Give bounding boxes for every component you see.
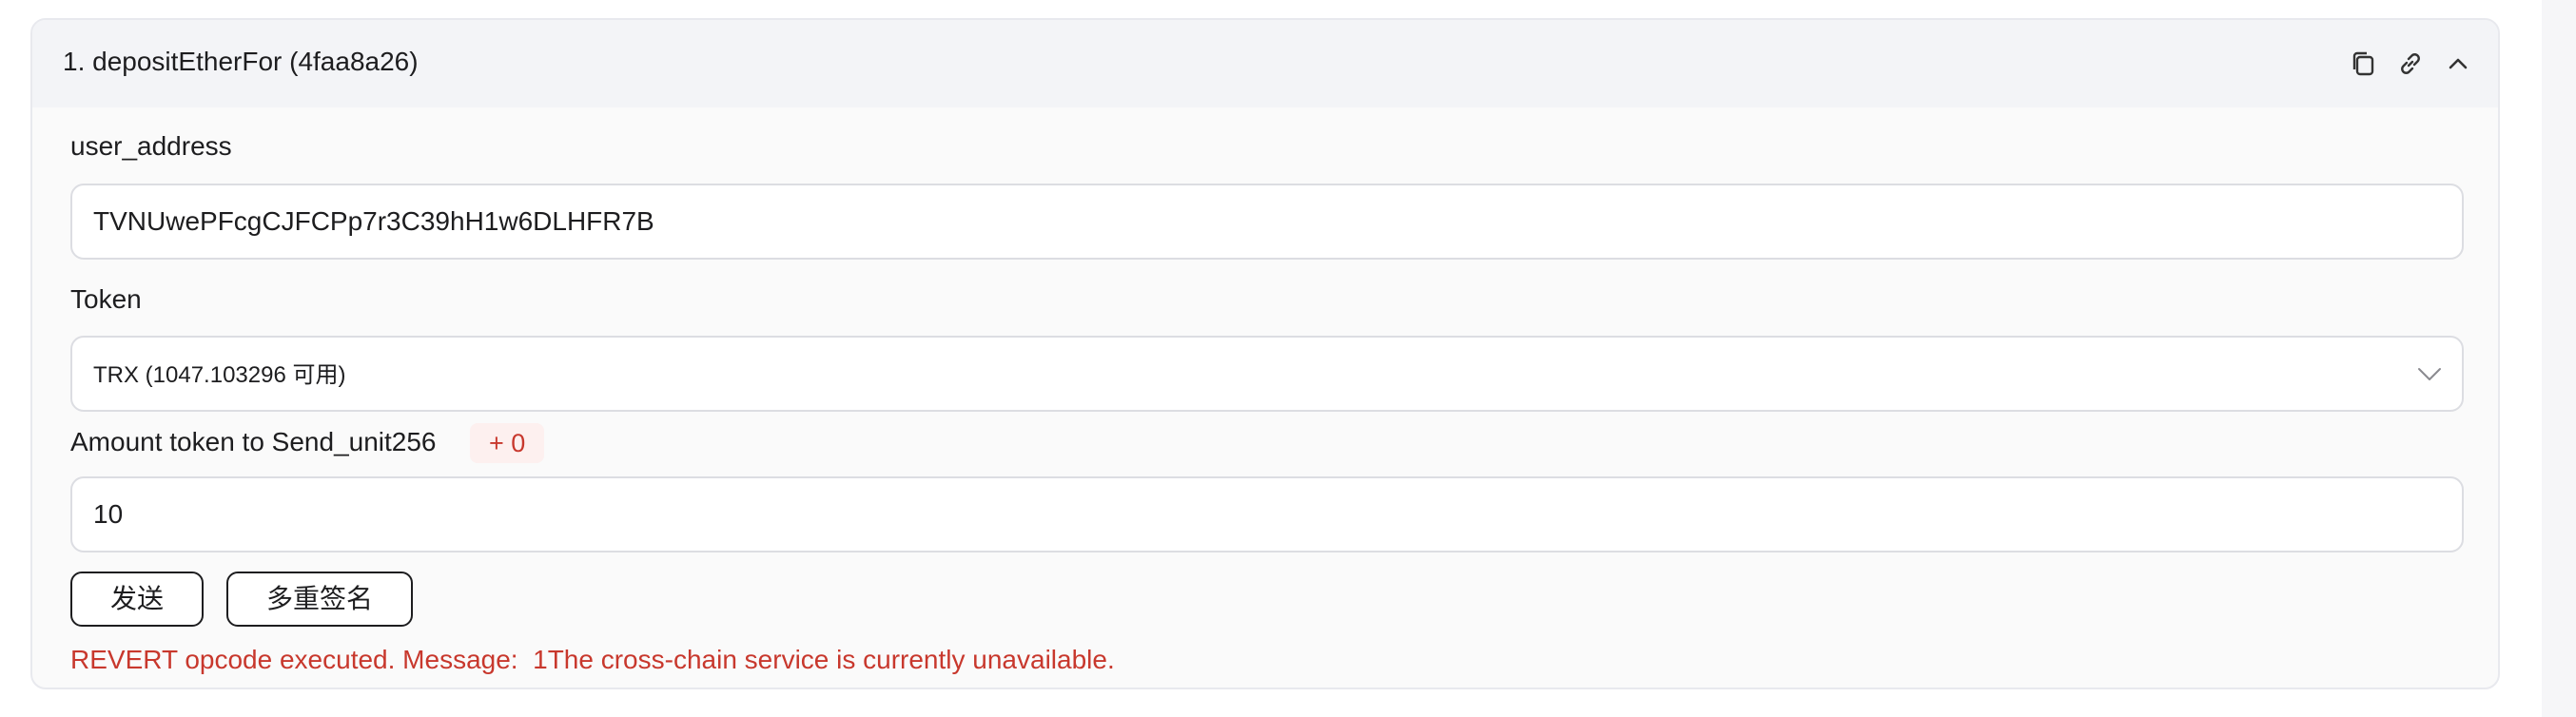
chevron-down-icon (2414, 358, 2445, 389)
error-message: REVERT opcode executed. Message: 1The cr… (70, 645, 1115, 674)
token-label: Token (70, 284, 142, 314)
amount-input[interactable]: 10 (70, 476, 2464, 552)
token-selected-value: TRX (1047.103296 可用) (93, 362, 346, 388)
amount-unit-badge: + 0 (470, 423, 545, 463)
token-select[interactable]: TRX (1047.103296 可用) (70, 336, 2464, 412)
link-icon[interactable] (2393, 47, 2428, 81)
function-card: 1. depositEtherFor (4faa8a26) user_addre… (30, 18, 2500, 689)
page-scrollbar-track (2542, 0, 2576, 717)
multisig-button[interactable]: 多重签名 (226, 572, 413, 627)
user-address-label: user_address (70, 131, 232, 161)
function-card-header[interactable]: 1. depositEtherFor (4faa8a26) (32, 20, 2498, 107)
copy-icon[interactable] (2346, 47, 2380, 81)
function-title: 1. depositEtherFor (4faa8a26) (63, 47, 419, 76)
user-address-input[interactable]: TVNUwePFcgCJFCPp7r3C39hH1w6DLHFR7B (70, 184, 2464, 260)
send-button[interactable]: 发送 (70, 572, 204, 627)
chevron-up-icon[interactable] (2441, 47, 2475, 81)
amount-label: Amount token to Send_unit256 (70, 427, 437, 456)
